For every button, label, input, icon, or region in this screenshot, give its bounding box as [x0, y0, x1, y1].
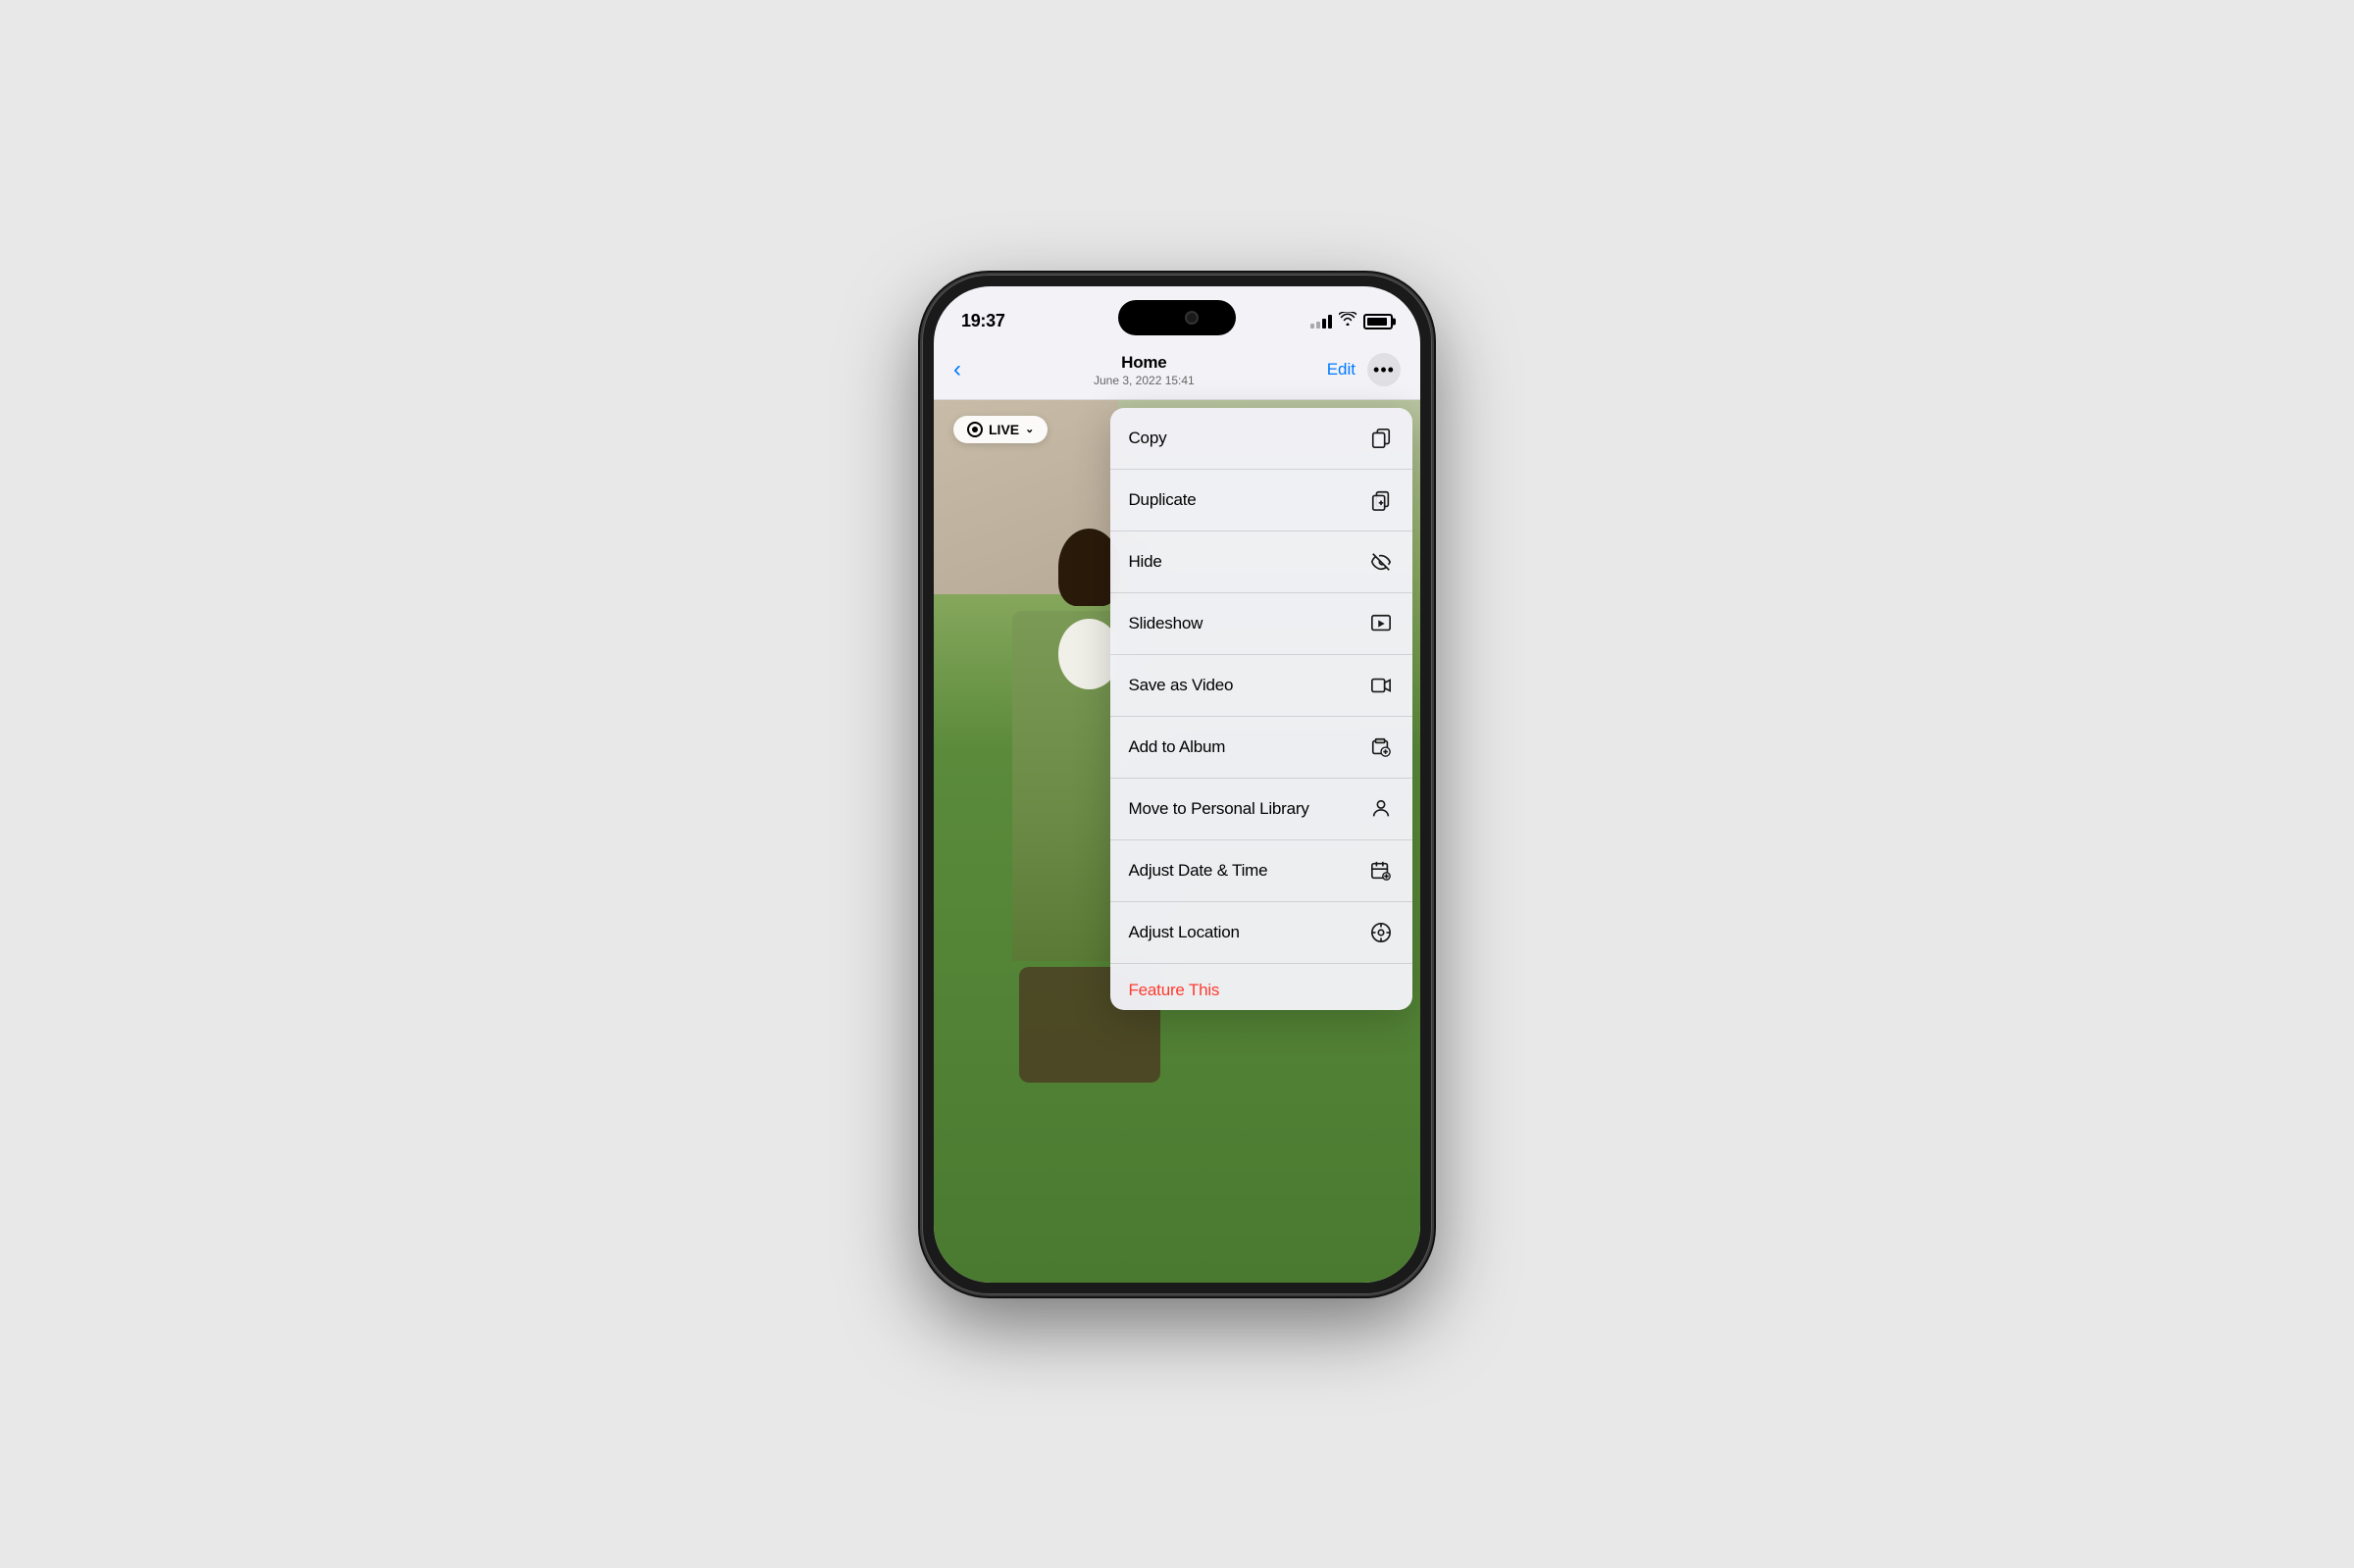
photo-container: LIVE ⌄ Copy [934, 400, 1420, 1283]
hide-icon [1367, 548, 1395, 576]
menu-label-save-video: Save as Video [1128, 676, 1233, 695]
nav-right: Edit ••• [1327, 353, 1401, 386]
status-icons [1310, 312, 1393, 330]
slideshow-icon [1367, 610, 1395, 637]
back-chevron-icon: ‹ [953, 358, 961, 381]
menu-item-hide[interactable]: Hide [1110, 531, 1412, 593]
menu-label-add-album: Add to Album [1128, 737, 1225, 757]
video-icon [1367, 672, 1395, 699]
menu-label-personal-library: Move to Personal Library [1128, 799, 1308, 819]
more-dots-icon: ••• [1373, 360, 1395, 380]
status-bar: 19:37 [934, 286, 1420, 343]
live-badge[interactable]: LIVE ⌄ [953, 416, 1048, 443]
signal-icon [1310, 315, 1332, 329]
camera-dot [1187, 313, 1197, 323]
menu-item-add-album[interactable]: Add to Album [1110, 717, 1412, 779]
more-button[interactable]: ••• [1367, 353, 1401, 386]
person-icon [1367, 795, 1395, 823]
nav-subtitle: June 3, 2022 15:41 [961, 374, 1327, 387]
menu-item-adjust-datetime[interactable]: Adjust Date & Time [1110, 840, 1412, 902]
calendar-icon [1367, 857, 1395, 885]
nav-bar: ‹ Home June 3, 2022 15:41 Edit ••• [934, 343, 1420, 400]
add-album-icon [1367, 733, 1395, 761]
copy-icon [1367, 425, 1395, 452]
nav-center: Home June 3, 2022 15:41 [961, 353, 1327, 387]
menu-item-save-video[interactable]: Save as Video [1110, 655, 1412, 717]
phone-screen: 19:37 [934, 286, 1420, 1283]
menu-label-adjust-location: Adjust Location [1128, 923, 1239, 942]
menu-item-feature[interactable]: Feature This [1110, 964, 1412, 1010]
menu-item-personal-library[interactable]: Move to Personal Library [1110, 779, 1412, 840]
nav-title: Home [961, 353, 1327, 373]
menu-item-adjust-location[interactable]: Adjust Location [1110, 902, 1412, 964]
back-button[interactable]: ‹ [953, 358, 961, 381]
location-icon [1367, 919, 1395, 946]
edit-button[interactable]: Edit [1327, 360, 1356, 379]
menu-label-copy: Copy [1128, 429, 1166, 448]
menu-label-feature: Feature This [1128, 981, 1219, 1000]
wifi-icon [1339, 312, 1356, 330]
battery-icon [1363, 314, 1393, 329]
live-label: LIVE [989, 422, 1019, 437]
menu-item-copy[interactable]: Copy [1110, 408, 1412, 470]
menu-item-duplicate[interactable]: Duplicate [1110, 470, 1412, 531]
duplicate-icon [1367, 486, 1395, 514]
live-chevron-icon: ⌄ [1025, 423, 1034, 435]
menu-label-hide: Hide [1128, 552, 1161, 572]
menu-label-duplicate: Duplicate [1128, 490, 1196, 510]
menu-label-slideshow: Slideshow [1128, 614, 1203, 633]
context-menu: Copy Duplicate [1110, 408, 1412, 1010]
menu-item-slideshow[interactable]: Slideshow [1110, 593, 1412, 655]
dynamic-island [1118, 300, 1236, 335]
live-circle-icon [967, 422, 983, 437]
phone-device: 19:37 [922, 275, 1432, 1294]
status-time: 19:37 [961, 311, 1005, 331]
menu-label-adjust-datetime: Adjust Date & Time [1128, 861, 1267, 881]
